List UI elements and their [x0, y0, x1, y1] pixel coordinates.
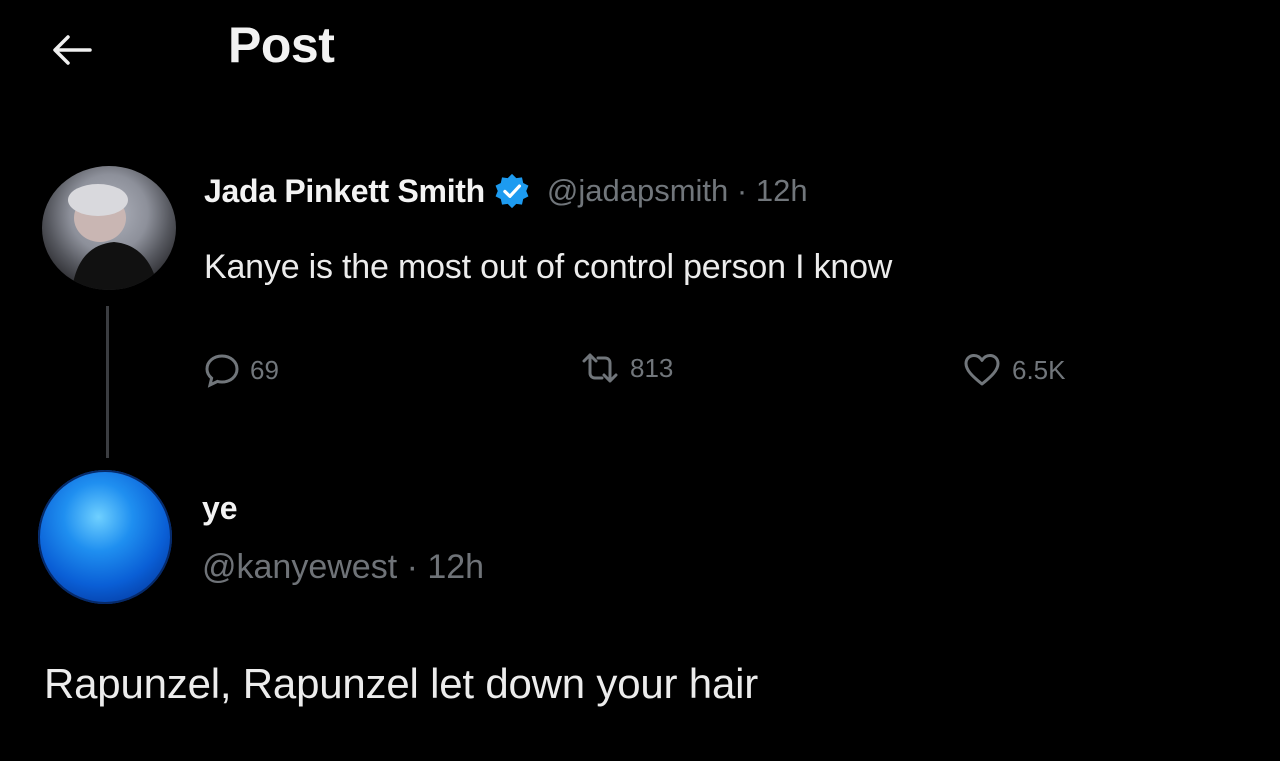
like-button[interactable]: 6.5K [962, 352, 1066, 388]
reply-icon [205, 354, 239, 388]
avatar-ye[interactable] [38, 470, 172, 604]
handle-and-time[interactable]: @kanyewest · 12h [202, 548, 484, 587]
page-title: Post [228, 17, 335, 73]
heart-icon [964, 354, 1000, 386]
author-name[interactable]: ye [202, 490, 238, 527]
avatar-image [68, 184, 158, 290]
arrow-left-icon [53, 35, 92, 65]
back-button[interactable] [44, 22, 100, 78]
verified-badge-icon [495, 173, 529, 209]
retweet-button[interactable]: 813 [580, 352, 673, 384]
thread-line [106, 306, 109, 458]
tweet-text: Rapunzel, Rapunzel let down your hair [44, 660, 759, 707]
retweet-icon [582, 353, 618, 383]
reply-count: 69 [250, 354, 279, 385]
like-count: 6.5K [1012, 354, 1066, 385]
handle-and-time[interactable]: @jadapsmith · 12h [547, 173, 808, 209]
avatar-jada[interactable] [42, 166, 176, 290]
parent-tweet-header: Jada Pinkett Smith @jadapsmith · 12h [204, 172, 808, 210]
author-name[interactable]: Jada Pinkett Smith [204, 173, 485, 210]
tweet-text: Kanye is the most out of control person … [204, 248, 893, 286]
reply-button[interactable]: 69 [204, 352, 279, 388]
retweet-count: 813 [630, 352, 674, 383]
